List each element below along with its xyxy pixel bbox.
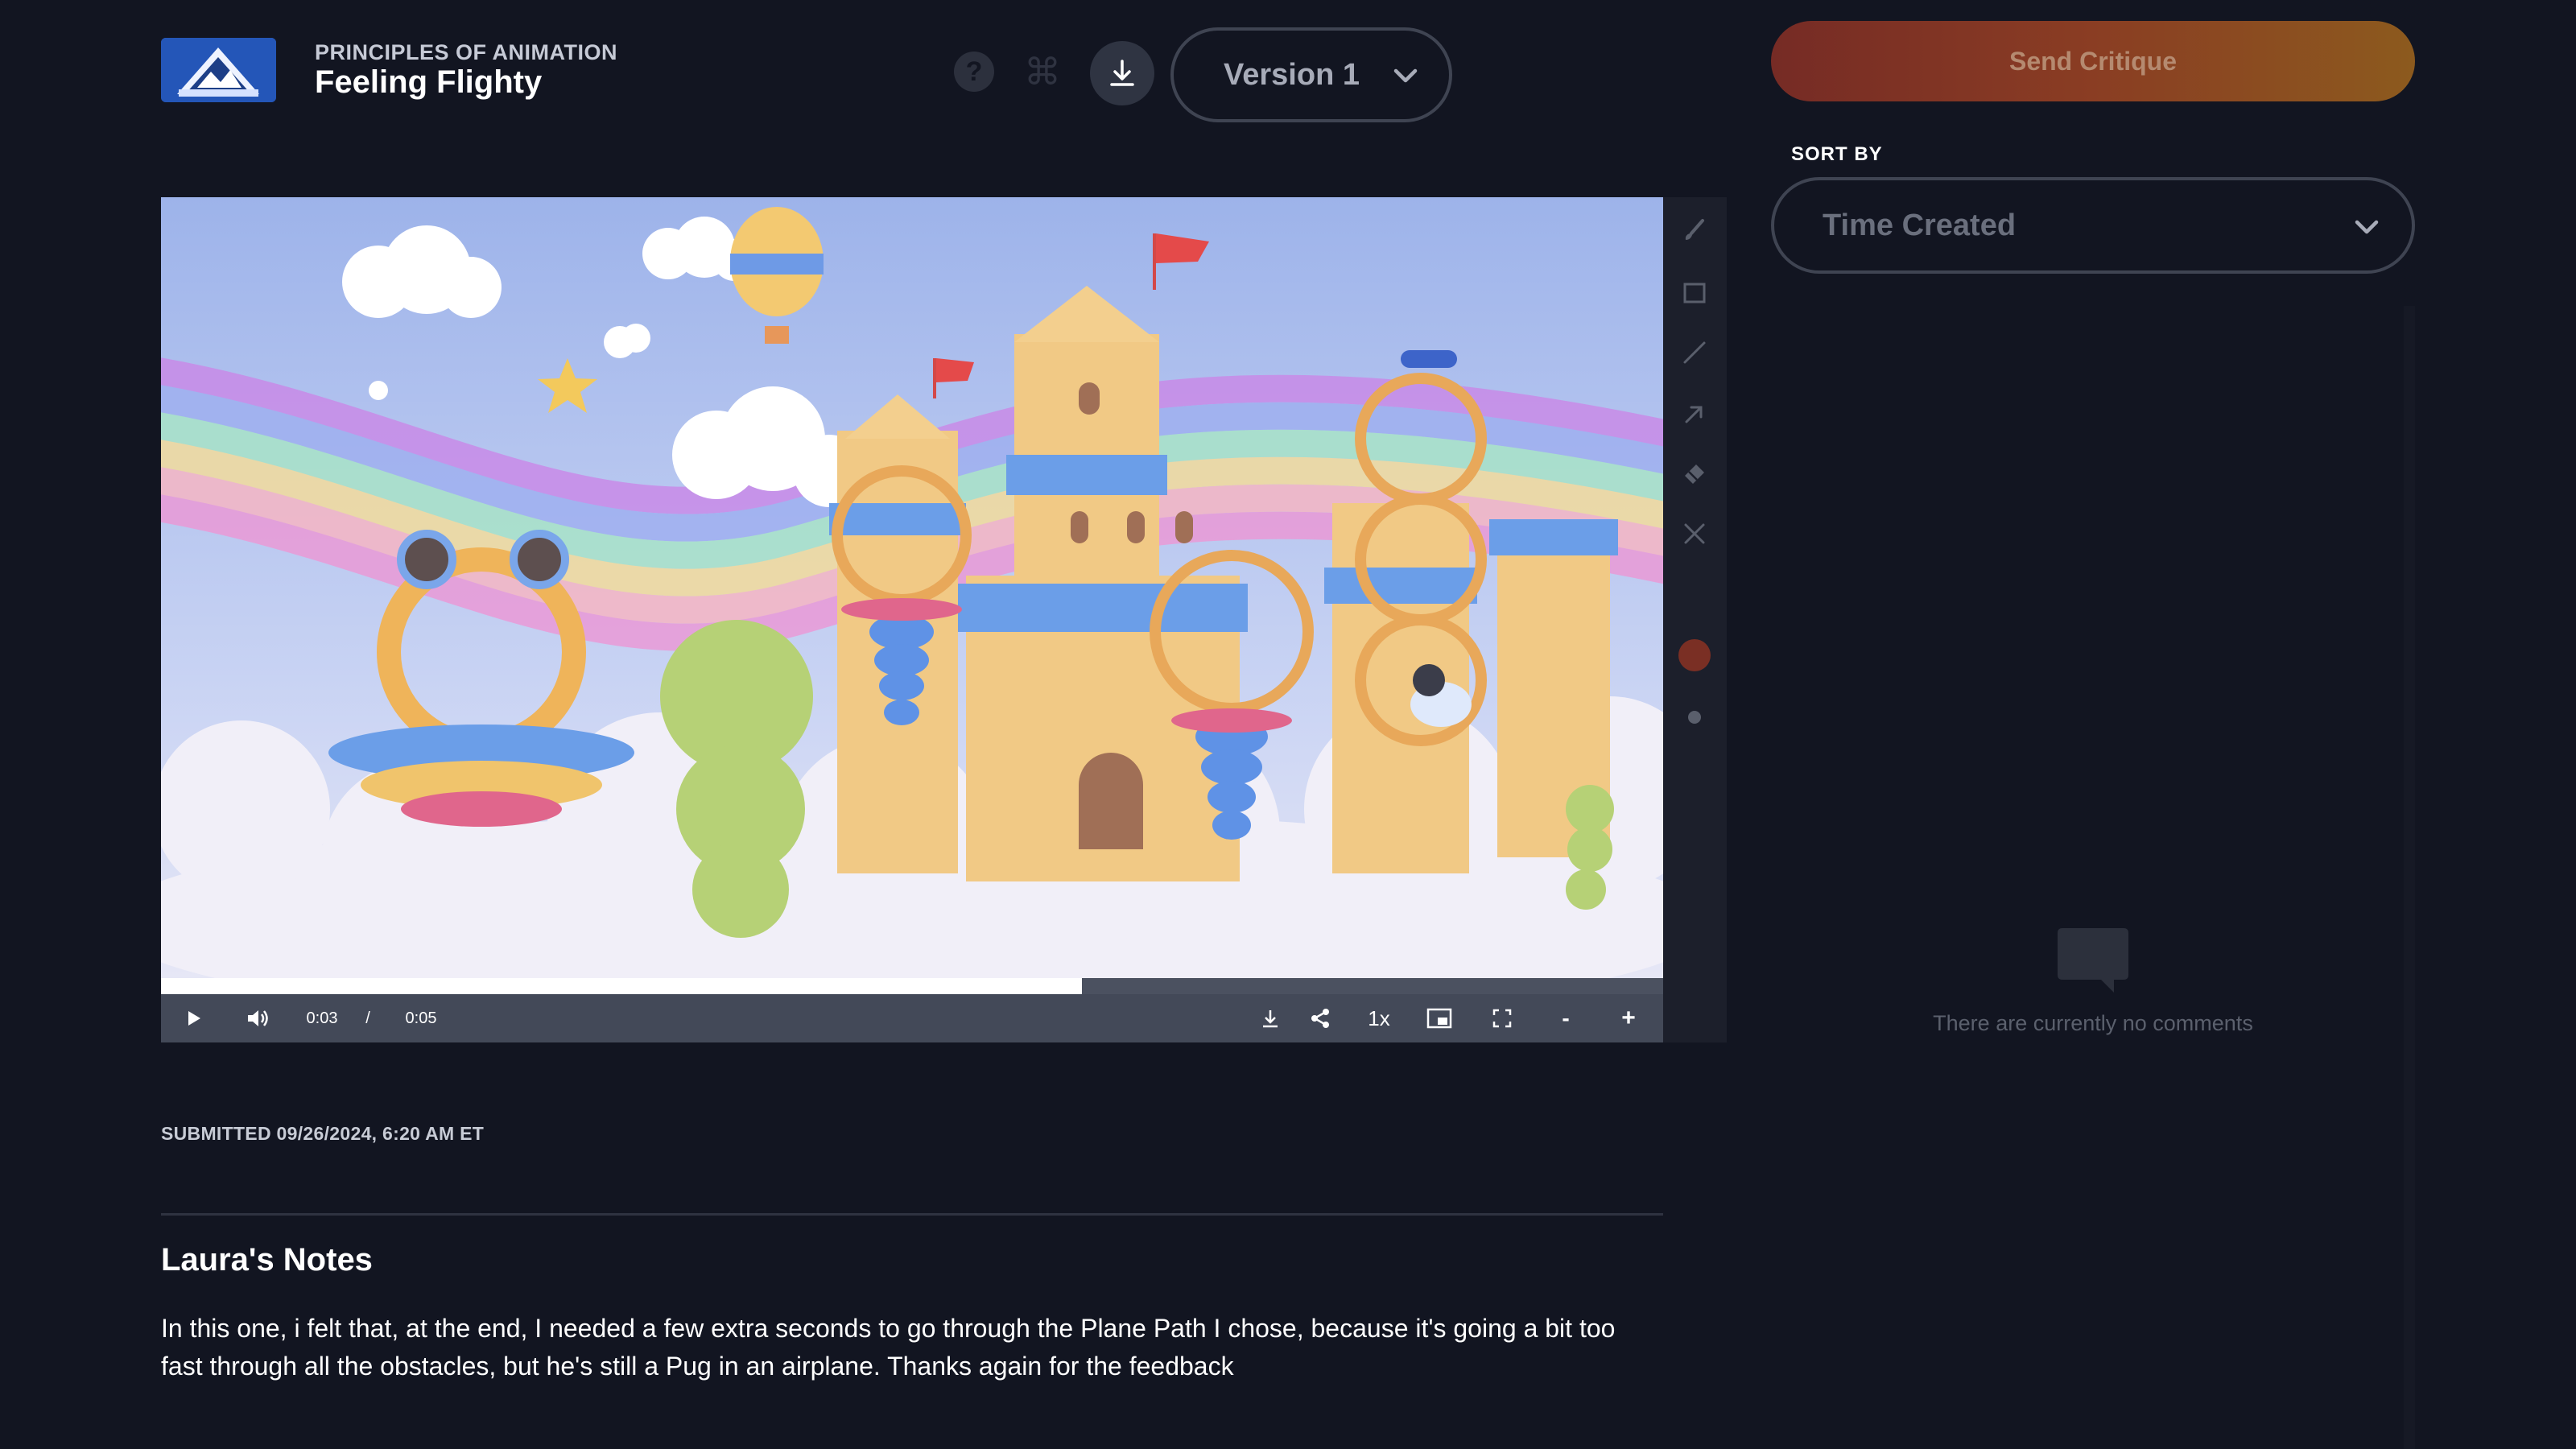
notes-body: In this one, i felt that, at the end, I … <box>161 1314 1616 1381</box>
submitted-timestamp: SUBMITTED 09/26/2024, 6:20 AM ET <box>161 1123 485 1144</box>
time-separator: / <box>365 1009 370 1027</box>
no-comments-message: There are currently no comments <box>1933 1011 2253 1035</box>
volume-button[interactable] <box>240 994 275 1042</box>
zoom-in-button[interactable]: + <box>1615 994 1642 1042</box>
color-swatch-icon <box>1678 639 1711 671</box>
video-frame <box>161 197 1663 978</box>
video-progress-fill <box>161 978 1082 994</box>
zoom-out-button[interactable]: - <box>1552 994 1579 1042</box>
play-icon <box>188 1011 200 1026</box>
picture-in-picture-icon <box>1426 1008 1452 1029</box>
play-button[interactable] <box>177 994 209 1042</box>
arrow-icon <box>1685 406 1703 423</box>
video-controls: 0:03 / 0:05 1x - + <box>161 994 1663 1042</box>
brush-size-button[interactable] <box>1678 701 1711 733</box>
shortcuts-button[interactable]: ⌘ <box>1021 50 1064 93</box>
comments-scrollbar[interactable] <box>2404 306 2415 1449</box>
course-title: PRINCIPLES OF ANIMATION <box>315 40 617 64</box>
rectangle-icon <box>1683 283 1706 303</box>
critique-page: PRINCIPLES OF ANIMATION Feeling Flighty … <box>0 0 2576 1449</box>
swatch-fill <box>1678 639 1711 671</box>
volume-icon <box>248 1010 268 1026</box>
help-icon: ? <box>954 52 994 92</box>
current-time: 0:03 <box>306 1009 338 1027</box>
download-icon <box>1263 1010 1278 1028</box>
comment-bubble-icon <box>2058 928 2128 993</box>
version-select[interactable]: Version 1 <box>1170 27 1452 122</box>
share-button[interactable] <box>1304 994 1336 1042</box>
sort-by-label: SORT BY <box>1791 143 1883 165</box>
sort-value: Time Created <box>1823 208 2017 242</box>
picture-in-picture-button[interactable] <box>1422 994 1457 1042</box>
video-progress-bar[interactable] <box>161 978 1663 994</box>
command-icon: ⌘ <box>1024 51 1061 93</box>
chevron-down-icon <box>2355 220 2379 234</box>
color-swatch[interactable] <box>1678 639 1711 671</box>
brush-tool[interactable] <box>1678 214 1711 246</box>
chevron-down-icon <box>1393 68 1418 83</box>
video-download-button[interactable] <box>1254 994 1286 1042</box>
comments-panel <box>1771 306 2415 1449</box>
divider <box>161 1213 1663 1216</box>
eraser-icon <box>1685 464 1704 484</box>
video-player[interactable] <box>161 197 1663 978</box>
line-icon <box>1683 341 1706 364</box>
line-tool[interactable] <box>1678 336 1711 369</box>
brush-size-dot-icon <box>1688 711 1701 724</box>
download-icon <box>1110 60 1134 86</box>
clear-tool[interactable] <box>1678 518 1711 550</box>
course-logo <box>161 38 276 102</box>
arrow-tool[interactable] <box>1678 398 1711 430</box>
project-title: Feeling Flighty <box>315 64 543 100</box>
eraser-tool[interactable] <box>1678 458 1711 490</box>
share-icon <box>1311 1009 1329 1028</box>
rectangle-tool[interactable] <box>1678 277 1711 309</box>
notes-title: Laura's Notes <box>161 1242 373 1278</box>
send-critique-button[interactable]: Send Critique <box>1771 21 2415 101</box>
duration: 0:05 <box>405 1009 437 1027</box>
brush-icon <box>1685 219 1704 240</box>
help-button[interactable]: ? <box>952 50 996 93</box>
sort-select[interactable]: Time Created <box>1771 177 2415 274</box>
playback-speed-button[interactable]: 1x <box>1359 994 1399 1042</box>
clear-icon <box>1684 523 1705 544</box>
fullscreen-button[interactable] <box>1486 994 1518 1042</box>
version-label: Version 1 <box>1224 57 1360 92</box>
fullscreen-icon <box>1492 1009 1512 1028</box>
annotation-toolbar <box>1663 197 1727 1042</box>
download-button[interactable] <box>1090 41 1154 105</box>
